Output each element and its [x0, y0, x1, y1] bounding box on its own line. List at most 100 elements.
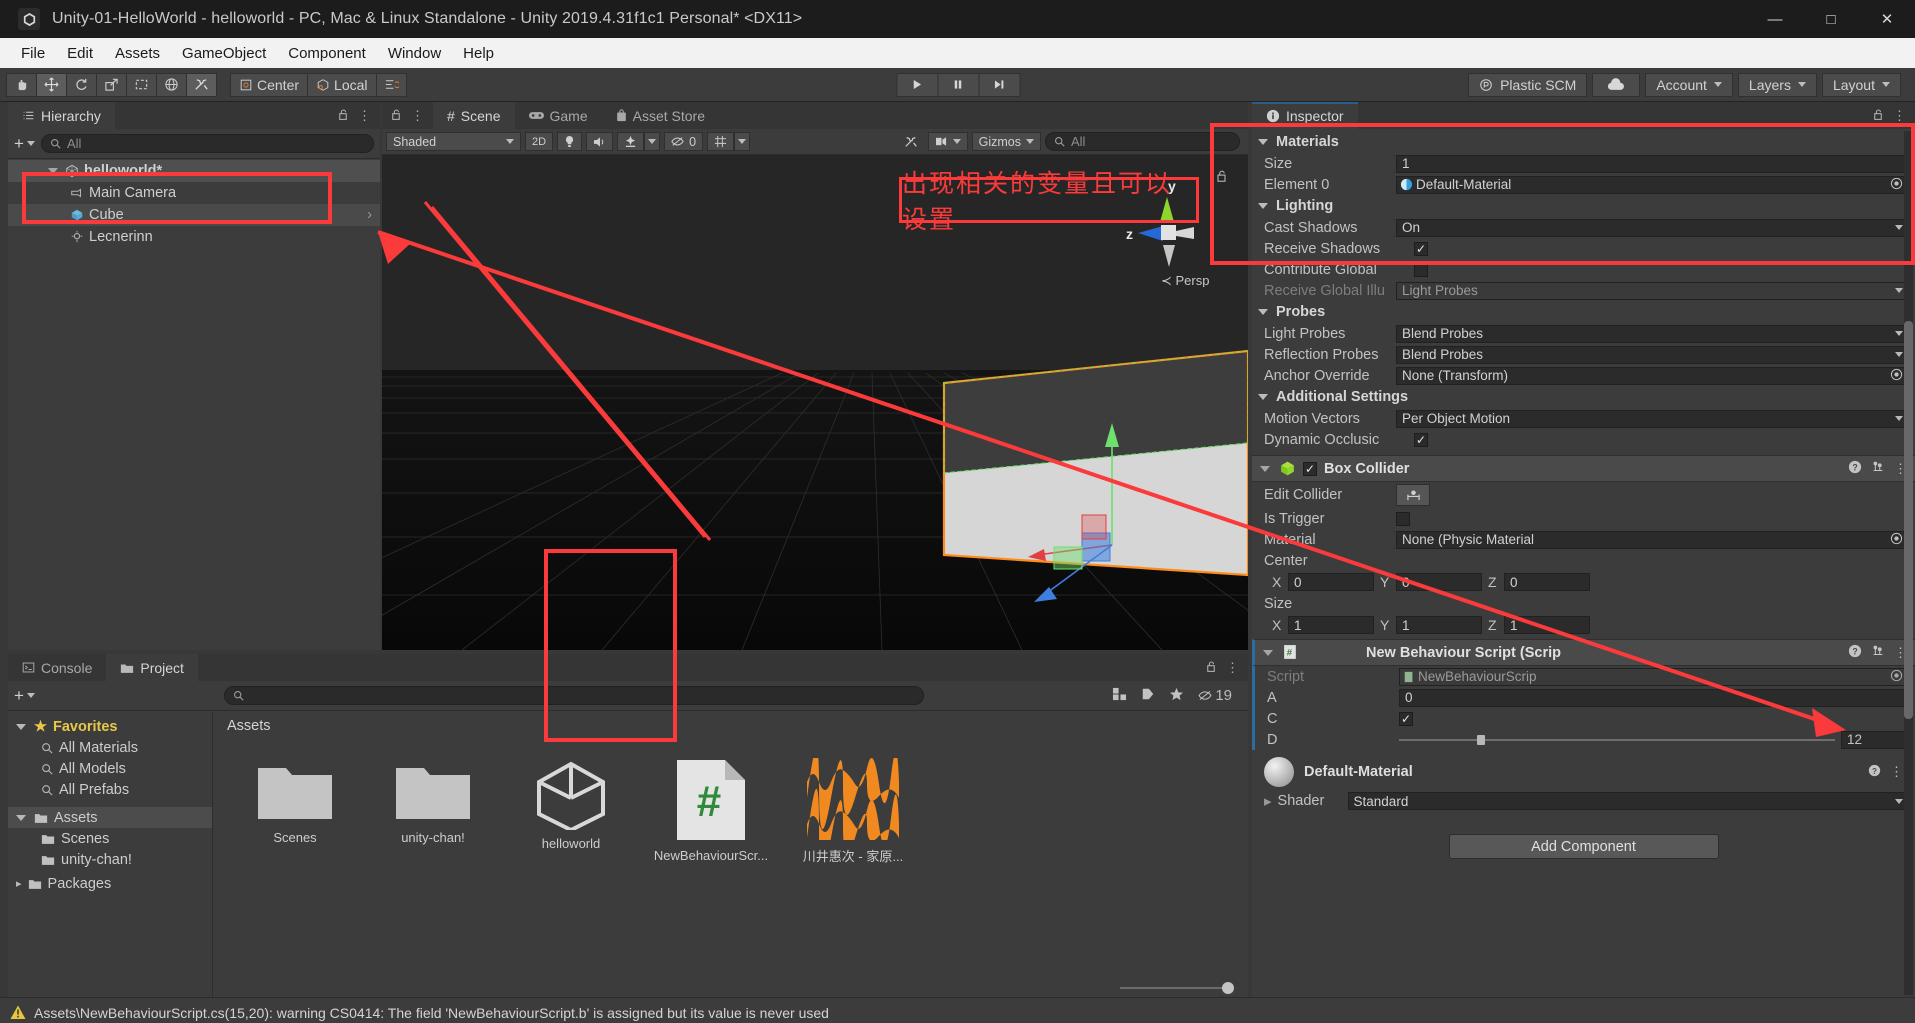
chevron-down-icon[interactable] [1258, 394, 1268, 400]
field-collider-material[interactable]: None (Physic Material [1396, 530, 1909, 549]
slider-var-d[interactable] [1399, 734, 1835, 745]
preset-icon[interactable] [1871, 460, 1885, 477]
chevron-down-icon[interactable] [1258, 139, 1268, 145]
inspector-scrollbar[interactable] [1904, 131, 1913, 995]
project-hidden-count[interactable]: 19 [1198, 687, 1232, 704]
favorite-all-models[interactable]: All Models [8, 758, 212, 779]
grid-icon[interactable] [707, 132, 735, 151]
hierarchy-item-helloworld[interactable]: helloworld* [8, 160, 380, 182]
section-lighting[interactable]: Lighting [1252, 195, 1915, 217]
asset-tile-audio[interactable]: 川井惠次 - 家原... [793, 758, 913, 865]
dropdown-reflection-probes[interactable]: Blend Probes [1396, 345, 1909, 364]
asset-zoom-slider[interactable] [1120, 982, 1234, 994]
grid-snap-icon[interactable] [375, 72, 407, 97]
field-center-z[interactable]: 0 [1504, 573, 1590, 591]
chevron-down-icon[interactable] [16, 723, 26, 730]
toggle-2d-button[interactable]: 2D [525, 132, 554, 151]
hierarchy-item-main-camera[interactable]: Main Camera [8, 182, 380, 204]
tree-item-assets[interactable]: Assets [8, 807, 212, 828]
field-center-x[interactable]: 0 [1288, 573, 1374, 591]
object-picker-icon[interactable] [1890, 532, 1903, 548]
fx-dropdown[interactable] [644, 132, 661, 151]
help-icon[interactable]: ? [1868, 764, 1881, 780]
dropdown-light-probes[interactable]: Blend Probes [1396, 324, 1909, 343]
preset-icon[interactable] [1871, 644, 1885, 661]
field-element-0[interactable]: Default-Material [1396, 175, 1909, 194]
hierarchy-search-input[interactable]: All [40, 134, 374, 153]
gizmos-dropdown[interactable]: Gizmos [971, 132, 1041, 151]
layout-button[interactable]: Layout [1821, 72, 1901, 97]
panel-menu-icon[interactable]: ⋮ [1893, 108, 1906, 124]
chevron-down-icon[interactable] [1263, 649, 1273, 656]
cloud-icon[interactable] [1592, 72, 1641, 97]
asset-tile-scenes[interactable]: Scenes [237, 758, 353, 865]
menu-item-window[interactable]: Window [377, 42, 452, 65]
tab-inspector[interactable]: Inspector [1252, 102, 1358, 129]
chevron-down-icon[interactable] [1258, 309, 1268, 315]
layers-button[interactable]: Layers [1737, 72, 1817, 97]
object-picker-icon[interactable] [1890, 177, 1903, 193]
field-center-y[interactable]: 0 [1396, 573, 1482, 591]
help-icon[interactable]: ? [1848, 644, 1862, 661]
rotate-tool-icon[interactable] [66, 72, 97, 97]
chevron-right-icon[interactable]: ▸ [1264, 792, 1272, 810]
menu-item-help[interactable]: Help [452, 42, 505, 65]
scene-tools-icon[interactable] [898, 132, 924, 151]
favorite-all-materials[interactable]: All Materials [8, 737, 212, 758]
tree-item-unity-chan[interactable]: unity-chan! [8, 849, 212, 870]
scene-gizmo-lock-icon[interactable] [1215, 169, 1228, 187]
tab-hierarchy[interactable]: Hierarchy [8, 102, 115, 129]
tree-item-scenes[interactable]: Scenes [8, 828, 212, 849]
menu-item-edit[interactable]: Edit [56, 42, 104, 65]
tab-game[interactable]: Game [515, 102, 602, 129]
chevron-down-icon[interactable] [16, 814, 26, 821]
transform-tool-icon[interactable] [156, 72, 187, 97]
label-icon[interactable] [1141, 687, 1155, 705]
favorites-header[interactable]: ★ Favorites [8, 716, 212, 737]
favorite-all-prefabs[interactable]: All Prefabs [8, 779, 212, 800]
shading-mode-dropdown[interactable]: Shaded [386, 132, 521, 151]
hierarchy-item-directional-light[interactable]: Lecnerinn [8, 226, 380, 248]
chevron-down-icon[interactable] [1260, 465, 1270, 472]
account-button[interactable]: Account [1645, 72, 1733, 97]
component-script-header[interactable]: # New Behaviour Script (Scrip ? ⋮ [1252, 639, 1915, 666]
section-materials[interactable]: Materials [1252, 131, 1915, 153]
field-size-z[interactable]: 1 [1504, 616, 1590, 634]
inspector-scrollbar-thumb[interactable] [1904, 321, 1913, 719]
help-icon[interactable]: ? [1848, 460, 1862, 477]
create-gameobject-button[interactable]: + [14, 134, 35, 154]
component-box-collider-header[interactable]: ✓ Box Collider ? ⋮ [1252, 455, 1915, 482]
menu-item-gameobject[interactable]: GameObject [171, 42, 277, 65]
tab-console[interactable]: Console [8, 654, 106, 681]
hierarchy-item-cube[interactable]: Cube › [8, 204, 380, 226]
grid-dropdown[interactable] [734, 132, 751, 151]
plastic-scm-button[interactable]: Plastic SCM [1468, 72, 1588, 97]
asset-tile-newbehaviourscript[interactable]: # NewBehaviourScr... [651, 758, 771, 865]
slider-handle[interactable] [1477, 734, 1486, 745]
prefab-icon[interactable] [1112, 687, 1127, 705]
panel-menu-icon[interactable]: ⋮ [1226, 660, 1239, 676]
chevron-down-icon[interactable] [48, 168, 58, 174]
fx-icon[interactable] [617, 132, 645, 151]
checkbox-box-collider-enabled[interactable]: ✓ [1303, 461, 1317, 476]
component-menu-icon[interactable]: ⋮ [1890, 764, 1903, 780]
scene-search-input[interactable]: All [1045, 132, 1240, 151]
panel-menu-icon[interactable]: ⋮ [411, 108, 424, 124]
tab-scene[interactable]: # Scene [433, 102, 515, 129]
lighting-icon[interactable] [557, 132, 583, 151]
asset-tile-helloworld[interactable]: helloworld [513, 758, 629, 865]
object-picker-icon[interactable] [1890, 368, 1903, 384]
tree-item-packages[interactable]: ▸ Packages [8, 873, 212, 894]
close-button[interactable]: ✕ [1859, 0, 1915, 38]
chevron-right-icon[interactable]: › [367, 207, 380, 223]
dropdown-cast-shadows[interactable]: On [1396, 218, 1909, 237]
section-additional-settings[interactable]: Additional Settings [1252, 386, 1915, 408]
minimize-button[interactable]: — [1747, 0, 1803, 38]
panel-menu-icon[interactable]: ⋮ [358, 108, 371, 124]
hidden-objects-toggle[interactable]: 0 [664, 132, 704, 151]
audio-icon[interactable] [586, 132, 614, 151]
field-size-x[interactable]: 1 [1288, 616, 1374, 634]
lock-icon[interactable] [1205, 660, 1217, 676]
tab-asset-store[interactable]: Asset Store [602, 102, 719, 129]
menu-item-assets[interactable]: Assets [104, 42, 171, 65]
